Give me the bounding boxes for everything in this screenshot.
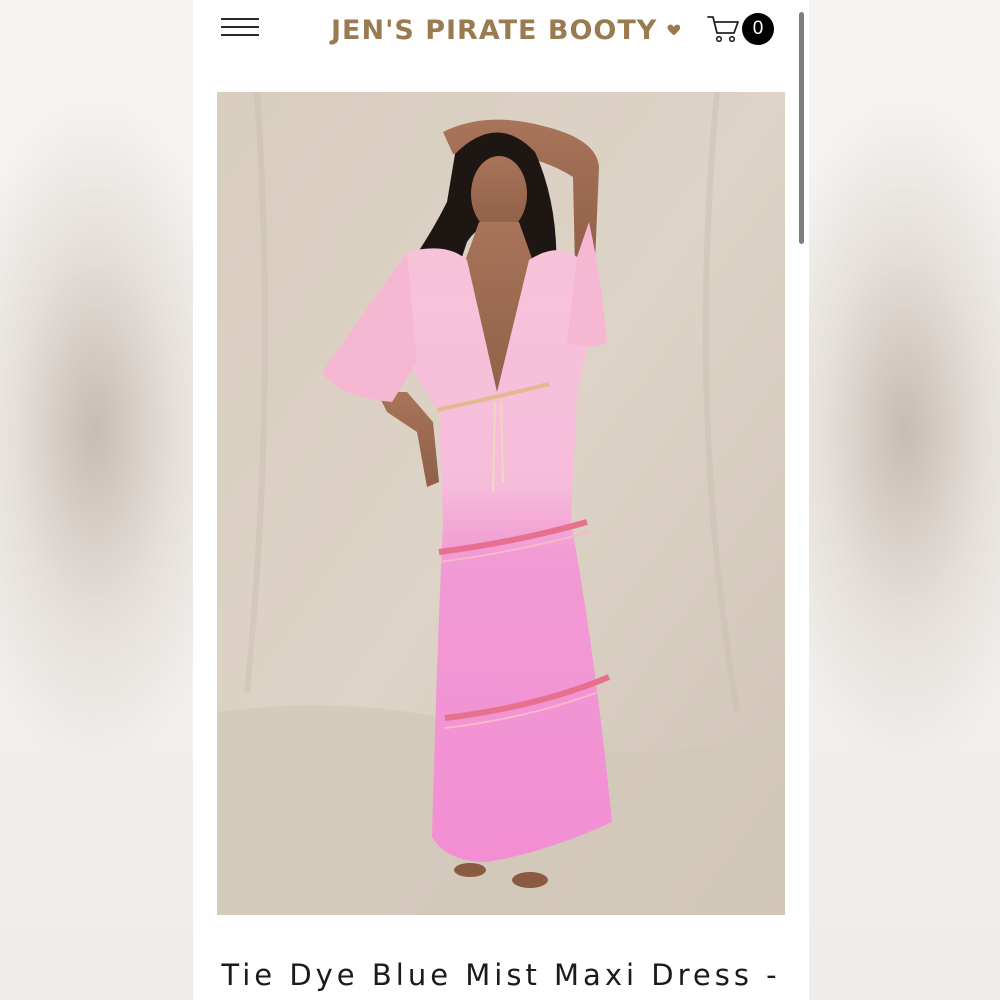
site-header: JEN'S PIRATE BOOTY 0: [193, 0, 809, 62]
mobile-page: JEN'S PIRATE BOOTY 0 Tie Dye Blue Mist M…: [193, 0, 809, 1000]
hamburger-menu-icon[interactable]: [221, 18, 259, 38]
product-title: Tie Dye Blue Mist Maxi Dress -: [221, 958, 781, 992]
cart-count-badge[interactable]: 0: [742, 13, 774, 45]
scrollbar[interactable]: [799, 12, 804, 244]
brand-logo[interactable]: JEN'S PIRATE BOOTY: [331, 10, 681, 50]
product-photo: [217, 92, 785, 915]
brand-name: JEN'S PIRATE BOOTY: [331, 14, 658, 46]
product-image[interactable]: [217, 92, 785, 915]
heart-icon: [667, 24, 681, 36]
shopping-cart-icon[interactable]: [707, 14, 741, 44]
